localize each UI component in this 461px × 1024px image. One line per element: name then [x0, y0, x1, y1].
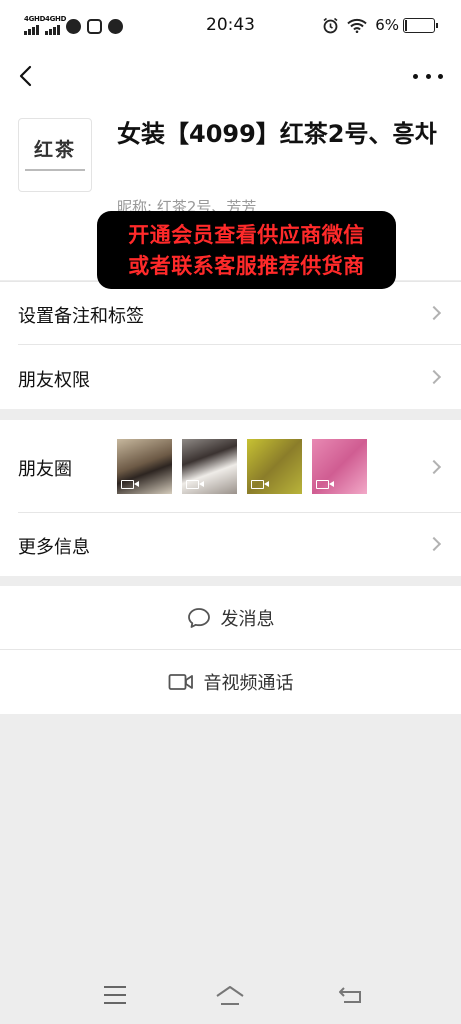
more-options-icon[interactable] — [413, 62, 443, 90]
friend-permissions-label: 朋友权限 — [18, 370, 90, 391]
send-message-button[interactable]: 发消息 — [0, 586, 461, 649]
nav-bar — [0, 52, 461, 100]
video-icon — [251, 480, 269, 489]
moments-row[interactable]: 朋友圈 — [0, 420, 461, 512]
alarm-icon — [323, 17, 338, 33]
profile-name: 女装【4099】红茶2号、흥차 — [117, 120, 437, 148]
moments-label: 朋友圈 — [18, 459, 72, 480]
chat-bubble-icon — [187, 607, 210, 628]
battery-icon — [403, 18, 438, 33]
remark-and-tags-row[interactable]: 设置备注和标签 — [0, 281, 461, 344]
chevron-right-icon — [426, 536, 442, 552]
moment-thumbnail[interactable] — [312, 439, 367, 494]
back-nav-icon[interactable] — [338, 984, 364, 1006]
moment-thumbnail[interactable] — [182, 439, 237, 494]
status-right: 6% — [322, 16, 399, 34]
home-icon[interactable] — [214, 984, 246, 1008]
more-info-row[interactable]: 更多信息 — [0, 512, 461, 576]
send-message-label: 发消息 — [220, 608, 275, 630]
avatar-logo-line — [25, 169, 85, 171]
moment-thumbnail[interactable] — [117, 439, 172, 494]
profile-header: 红茶 女装【4099】红茶2号、흥차 昵称: 红茶2号、芳芳 开通会员查看供应商… — [0, 100, 461, 289]
menu-icon[interactable] — [104, 986, 126, 1010]
avatar[interactable]: 红茶 — [18, 118, 92, 192]
system-nav-bar — [0, 966, 461, 1024]
battery-fill — [405, 20, 407, 31]
chevron-right-icon — [426, 305, 442, 321]
video-call-label: 音视频通话 — [203, 673, 294, 694]
video-icon — [186, 480, 204, 489]
banner-line-1: 开通会员查看供应商微信 — [128, 223, 365, 247]
chevron-right-icon — [426, 369, 442, 385]
video-camera-icon — [168, 674, 193, 690]
video-icon — [121, 480, 139, 489]
chevron-right-icon — [426, 459, 442, 475]
video-icon — [316, 480, 334, 489]
friend-permissions-row[interactable]: 朋友权限 — [0, 344, 461, 409]
status-bar: 4GHD 4GHD 20:43 6% — [0, 0, 461, 52]
divider — [18, 344, 461, 345]
remark-and-tags-label: 设置备注和标签 — [18, 306, 144, 327]
banner-line-2: 或者联系客服推荐供货商 — [128, 254, 365, 278]
battery-percent: 6% — [375, 16, 399, 34]
membership-promo-banner: 开通会员查看供应商微信 或者联系客服推荐供货商 — [97, 211, 396, 289]
divider — [18, 512, 461, 513]
more-info-label: 更多信息 — [18, 537, 90, 558]
moment-thumbnail[interactable] — [247, 439, 302, 494]
video-call-button[interactable]: 音视频通话 — [0, 649, 461, 714]
avatar-logo-text: 红茶 — [33, 139, 76, 161]
wifi-icon — [347, 18, 367, 33]
back-arrow-icon[interactable] — [14, 62, 42, 90]
